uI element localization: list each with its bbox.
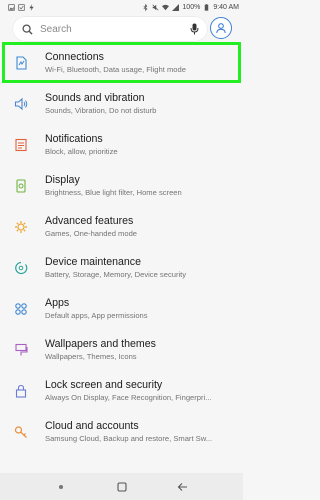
- clock: 9:40 AM: [213, 3, 239, 11]
- settings-item-subtitle: Sounds, Vibration, Do not disturb: [45, 105, 157, 115]
- recent-apps-button[interactable]: [54, 480, 68, 494]
- profile-button[interactable]: [210, 17, 232, 39]
- navigation-bar: [0, 473, 243, 500]
- home-button[interactable]: [115, 480, 129, 494]
- settings-item-notifications[interactable]: Notifications Block, allow, prioritize: [0, 124, 243, 165]
- settings-item-subtitle: Battery, Storage, Memory, Device securit…: [45, 269, 187, 279]
- display-icon: [14, 178, 28, 193]
- settings-item-display[interactable]: Display Brightness, Blue light filter, H…: [0, 165, 243, 206]
- bluetooth-icon: [142, 3, 149, 11]
- sound-icon: [14, 97, 28, 111]
- settings-item-title: Lock screen and security: [45, 378, 163, 391]
- dot-icon: [58, 484, 63, 489]
- search-input[interactable]: [40, 23, 190, 35]
- key-icon: [14, 425, 28, 439]
- settings-list: Connections Wi-Fi, Bluetooth, Data usage…: [0, 42, 243, 452]
- settings-item-title: Connections: [45, 50, 104, 63]
- person-icon: [216, 23, 226, 34]
- wallpapers-icon: [14, 343, 28, 357]
- settings-item-subtitle: Wallpapers, Themes, Icons: [45, 351, 137, 361]
- lock-icon: [14, 384, 28, 398]
- microphone-icon[interactable]: [190, 23, 199, 35]
- settings-item-title: Display: [45, 173, 80, 186]
- status-bar: 100% 9:40 AM: [0, 0, 243, 14]
- settings-item-title: Device maintenance: [45, 255, 141, 268]
- battery-icon: [203, 3, 210, 11]
- settings-item-title: Cloud and accounts: [45, 419, 139, 432]
- settings-item-subtitle: Brightness, Blue light filter, Home scre…: [45, 187, 182, 197]
- settings-item-subtitle: Samsung Cloud, Backup and restore, Smart…: [45, 433, 213, 443]
- settings-item-advanced-features[interactable]: Advanced features Games, One-handed mode: [0, 206, 243, 247]
- notifications-icon: [14, 138, 28, 152]
- apps-icon: [14, 302, 28, 316]
- settings-item-subtitle: Always On Display, Face Recognition, Fin…: [45, 392, 212, 402]
- settings-item-title: Notifications: [45, 132, 103, 145]
- settings-item-subtitle: Block, allow, prioritize: [45, 146, 118, 156]
- settings-item-title: Apps: [45, 296, 70, 309]
- search-icon: [22, 23, 33, 35]
- device-maintenance-icon: [14, 261, 28, 275]
- settings-item-subtitle: Wi-Fi, Bluetooth, Data usage, Flight mod…: [45, 64, 186, 74]
- settings-item-wallpapers-themes[interactable]: Wallpapers and themes Wallpapers, Themes…: [0, 329, 243, 370]
- settings-item-cloud-accounts[interactable]: Cloud and accounts Samsung Cloud, Backup…: [0, 411, 243, 452]
- search-bar[interactable]: [13, 17, 207, 41]
- settings-item-subtitle: Default apps, App permissions: [45, 310, 148, 320]
- square-icon: [116, 481, 127, 492]
- back-arrow-icon: [177, 482, 187, 491]
- checkbox-icon: [18, 3, 25, 11]
- settings-item-subtitle: Games, One-handed mode: [45, 228, 138, 238]
- flash-icon: [28, 3, 35, 11]
- battery-percent: 100%: [182, 3, 201, 11]
- connections-icon: [14, 55, 28, 70]
- wifi-icon: [162, 4, 170, 11]
- advanced-features-icon: [14, 220, 28, 234]
- settings-item-title: Advanced features: [45, 214, 134, 227]
- image-icon: [8, 3, 15, 11]
- settings-item-sounds[interactable]: Sounds and vibration Sounds, Vibration, …: [0, 83, 243, 124]
- back-button[interactable]: [176, 480, 190, 494]
- settings-item-title: Sounds and vibration: [45, 91, 145, 104]
- settings-item-title: Wallpapers and themes: [45, 337, 156, 350]
- settings-item-connections[interactable]: Connections Wi-Fi, Bluetooth, Data usage…: [2, 42, 241, 83]
- mute-icon: [152, 3, 159, 11]
- settings-item-apps[interactable]: Apps Default apps, App permissions: [0, 288, 243, 329]
- settings-item-lock-screen-security[interactable]: Lock screen and security Always On Displ…: [0, 370, 243, 411]
- settings-item-device-maintenance[interactable]: Device maintenance Battery, Storage, Mem…: [0, 247, 243, 288]
- signal-icon: [172, 3, 180, 11]
